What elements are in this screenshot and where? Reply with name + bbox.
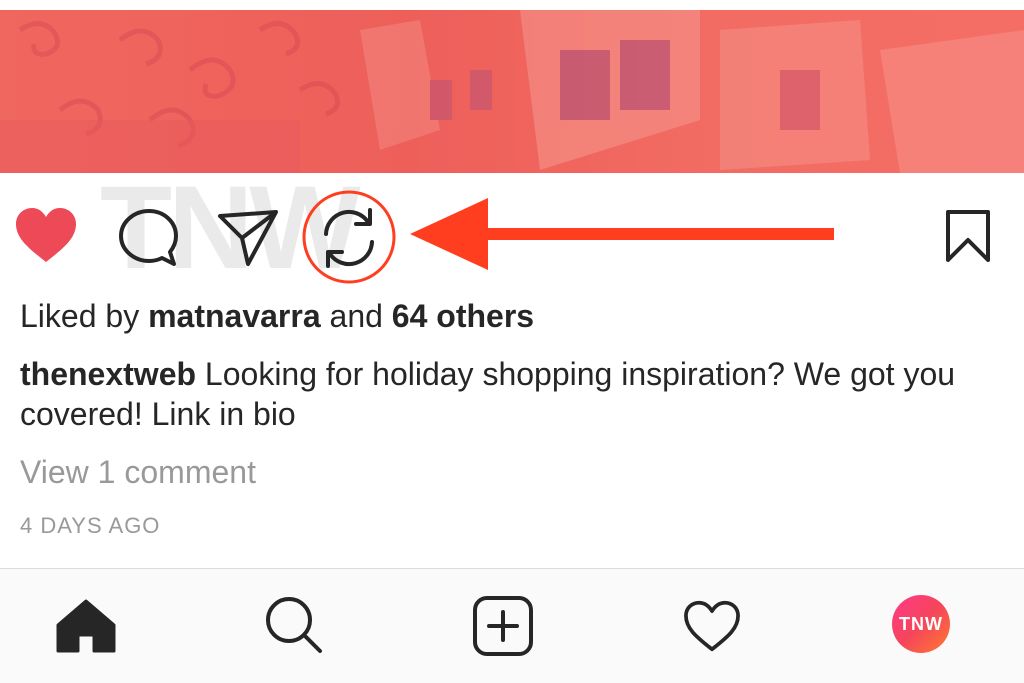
tab-activity[interactable] bbox=[682, 599, 742, 658]
annotation-arrow-icon bbox=[410, 198, 834, 270]
tab-new-post[interactable] bbox=[472, 595, 534, 662]
tab-profile[interactable]: TNW bbox=[892, 595, 950, 653]
profile-avatar: TNW bbox=[892, 595, 950, 653]
comment-button[interactable] bbox=[116, 208, 180, 268]
search-icon bbox=[266, 597, 322, 653]
home-filled-icon bbox=[56, 599, 116, 653]
avatar-text: TNW bbox=[899, 613, 943, 634]
tab-home[interactable] bbox=[56, 599, 116, 658]
caption-username[interactable]: thenextweb bbox=[20, 356, 196, 392]
save-button[interactable] bbox=[944, 208, 992, 264]
liked-by-user[interactable]: matnavarra bbox=[148, 298, 321, 334]
likes-summary[interactable]: Liked by matnavarra and 64 others bbox=[20, 296, 534, 336]
heart-outline-icon bbox=[684, 600, 740, 652]
post-caption: thenextweb Looking for holiday shopping … bbox=[20, 354, 980, 434]
like-button[interactable] bbox=[14, 206, 78, 264]
bookmark-icon bbox=[946, 210, 990, 262]
likes-others[interactable]: 64 others bbox=[392, 298, 534, 334]
tab-search[interactable] bbox=[264, 595, 324, 660]
view-comments-link[interactable]: View 1 comment bbox=[20, 452, 256, 492]
comment-icon bbox=[119, 209, 178, 266]
post-image-pattern bbox=[0, 10, 1024, 173]
bottom-tab-bar: TNW bbox=[0, 568, 1024, 683]
plus-square-icon bbox=[473, 596, 533, 656]
post-timestamp: 4 DAYS AGO bbox=[20, 513, 161, 538]
heart-filled-icon bbox=[16, 208, 76, 262]
paper-plane-icon bbox=[218, 210, 278, 266]
repost-button[interactable] bbox=[300, 190, 398, 284]
share-button[interactable] bbox=[216, 208, 280, 268]
repost-icon bbox=[302, 190, 396, 284]
likes-prefix: Liked by bbox=[20, 298, 149, 334]
post-image[interactable] bbox=[0, 10, 1024, 173]
likes-conjunction: and bbox=[320, 298, 392, 334]
